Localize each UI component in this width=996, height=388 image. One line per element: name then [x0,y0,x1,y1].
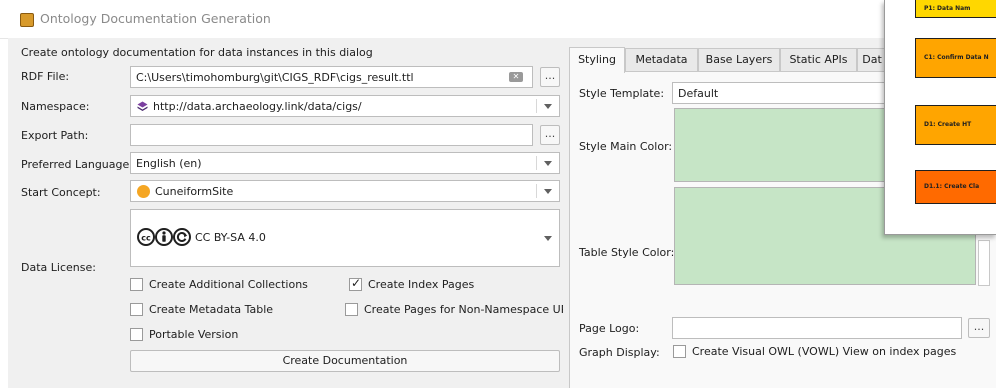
rdf-file-value: C:\Users\timohomburg\git\CIGS_RDF\cigs_r… [136,71,414,84]
index-pages-label: Create Index Pages [368,278,475,291]
rdf-file-input[interactable]: C:\Users\timohomburg\git\CIGS_RDF\cigs_r… [130,66,533,88]
portable-checkbox[interactable]: Portable Version [130,328,330,342]
cc-by-sa-badge-icon: cc [137,227,193,247]
graph-display-label: Graph Display: [579,346,660,359]
diagram-box-d1: D1: Create HT [915,105,996,145]
non-namespace-label: Create Pages for Non-Namespace URIs [364,303,578,316]
page-logo-label: Page Logo: [579,322,640,335]
table-style-color-label: Table Style Color: [579,246,675,259]
layers-icon [137,101,148,112]
tab-styling[interactable]: Styling [569,47,625,73]
data-license-label: Data License: [21,261,96,274]
preferred-language-label: Preferred Language: [21,158,133,171]
concept-circle-icon [137,185,150,198]
index-pages-checkbox[interactable]: ✓ Create Index Pages [349,276,499,292]
svg-text:cc: cc [141,234,151,243]
data-license-value: CC BY-SA 4.0 [195,231,266,244]
chevron-down-icon [544,104,552,109]
export-path-label: Export Path: [21,129,89,142]
style-template-label: Style Template: [579,87,665,100]
page-logo-browse-button[interactable]: ... [968,318,990,338]
rdf-file-browse-button[interactable]: ... [540,67,560,87]
preferred-language-value: English (en) [136,157,202,170]
chevron-down-icon [544,236,552,241]
title-bar: Ontology Documentation Generation [0,0,996,39]
namespace-combo[interactable]: http://data.archaeology.link/data/cigs/ [130,95,560,117]
namespace-label: Namespace: [21,100,90,113]
start-concept-label: Start Concept: [21,186,101,199]
vowl-label: Create Visual OWL (VOWL) View on index p… [692,345,957,358]
rdf-file-label: RDF File: [21,70,70,83]
create-documentation-button[interactable]: Create Documentation [130,350,560,372]
metadata-table-checkbox[interactable]: Create Metadata Table [130,303,330,317]
start-concept-value: CuneiformSite [155,185,234,198]
start-concept-combo[interactable]: CuneiformSite [130,180,560,202]
export-path-browse-button[interactable]: ... [540,125,560,145]
metadata-table-label: Create Metadata Table [149,303,274,316]
data-license-combo[interactable]: cc CC BY-SA 4.0 [130,209,560,267]
app-icon [20,13,34,27]
additional-collections-label: Create Additional Collections [149,278,308,291]
diagram-window: P1: Data Nam C1: Confirm Data N D1: Crea… [884,0,996,235]
vowl-checkbox[interactable]: Create Visual OWL (VOWL) View on index p… [673,345,973,359]
tab-data[interactable]: Dat [857,48,887,71]
style-template-value: Default [678,87,719,100]
preferred-language-combo[interactable]: English (en) [130,152,560,174]
tab-base-layers[interactable]: Base Layers [698,48,780,71]
additional-collections-checkbox[interactable]: Create Additional Collections [130,278,330,292]
tab-metadata[interactable]: Metadata [625,48,698,71]
intro-text: Create ontology documentation for data i… [21,46,373,59]
scrollbar[interactable] [978,240,990,286]
style-main-color-label: Style Main Color: [579,140,673,153]
diagram-box-c1: C1: Confirm Data N [915,38,996,78]
diagram-box-d11: D1.1: Create Cla [915,170,996,204]
tab-static-apis[interactable]: Static APIs [780,48,857,71]
chevron-down-icon [544,161,552,166]
style-template-combo[interactable]: Default [672,82,887,104]
non-namespace-checkbox[interactable]: Create Pages for Non-Namespace URIs [345,303,577,317]
clear-icon[interactable]: ✕ [509,72,523,82]
style-main-color-swatch[interactable] [674,108,889,182]
window-title: Ontology Documentation Generation [40,11,271,26]
chevron-down-icon [544,189,552,194]
namespace-value: http://data.archaeology.link/data/cigs/ [153,100,362,113]
page-logo-input[interactable] [672,317,962,339]
export-path-input[interactable] [130,124,533,146]
portable-label: Portable Version [149,328,239,341]
check-icon: ✓ [351,276,362,290]
diagram-box-p1: P1: Data Nam [915,0,996,18]
